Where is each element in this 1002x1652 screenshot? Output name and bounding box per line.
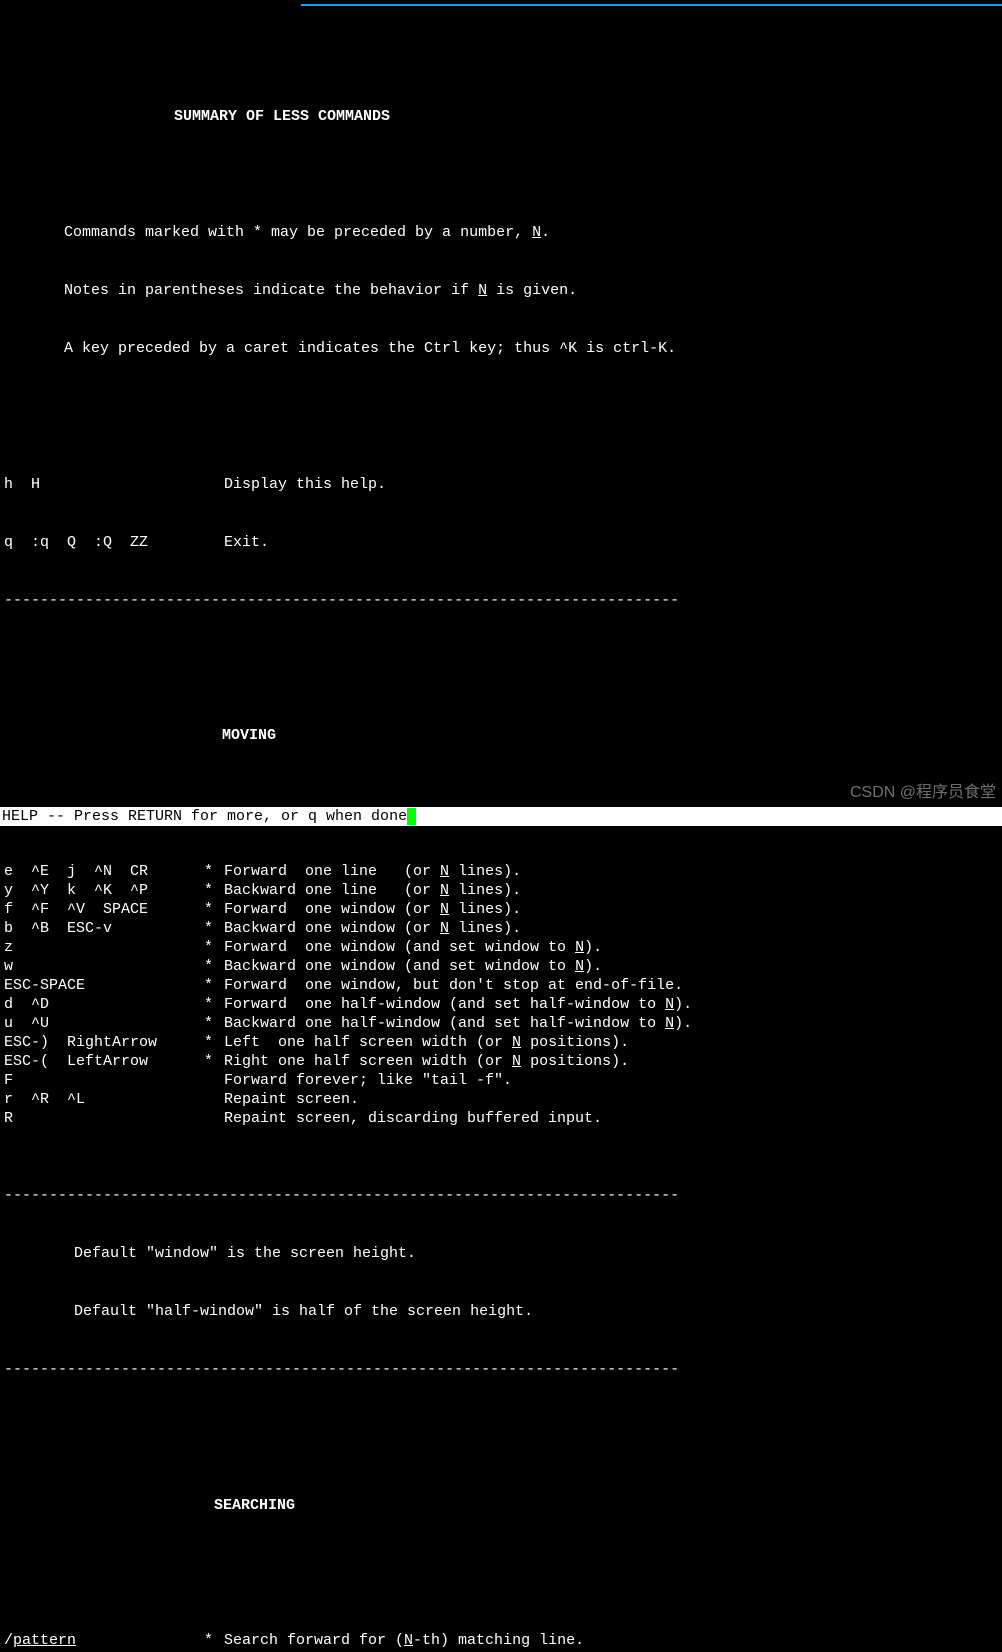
- intro-line-1: Commands marked with * may be preceded b…: [4, 223, 998, 242]
- status-line: HELP -- Press RETURN for more, or q when…: [0, 807, 1002, 826]
- help-row: ESC-( LeftArrow *Right one half screen w…: [4, 1052, 998, 1071]
- help-row: ?pattern *Search backward for (N-th) mat…: [4, 1650, 998, 1652]
- divider: ----------------------------------------…: [4, 1186, 998, 1205]
- help-row: y ^Y k ^K ^P *Backward one line (or N li…: [4, 881, 998, 900]
- divider: ----------------------------------------…: [4, 1360, 998, 1379]
- help-row: ESC-) RightArrow *Left one half screen w…: [4, 1033, 998, 1052]
- help-row: r ^R ^L Repaint screen.: [4, 1090, 998, 1109]
- footnote: Default "half-window" is half of the scr…: [4, 1302, 998, 1321]
- help-row: R Repaint screen, discarding buffered in…: [4, 1109, 998, 1128]
- help-row: w *Backward one window (and set window t…: [4, 957, 998, 976]
- help-row: b ^B ESC-v *Backward one window (or N li…: [4, 919, 998, 938]
- terminal-viewport[interactable]: SUMMARY OF LESS COMMANDS Commands marked…: [0, 6, 1002, 1652]
- cursor: [407, 808, 416, 825]
- help-row: q :q Q :Q ZZExit.: [4, 533, 998, 552]
- section-title-moving: MOVING: [4, 726, 998, 745]
- intro-line-3: A key preceded by a caret indicates the …: [4, 339, 998, 358]
- footnote: Default "window" is the screen height.: [4, 1244, 998, 1263]
- help-row: /pattern *Search forward for (N-th) matc…: [4, 1631, 998, 1650]
- section-title-searching: SEARCHING: [4, 1496, 998, 1515]
- help-row: d ^D *Forward one half-window (and set h…: [4, 995, 998, 1014]
- divider: ----------------------------------------…: [4, 591, 998, 610]
- csdn-watermark: CSDN @程序员食堂: [850, 783, 996, 804]
- help-row: f ^F ^V SPACE *Forward one window (or N …: [4, 900, 998, 919]
- help-row: h HDisplay this help.: [4, 475, 998, 494]
- help-row: z *Forward one window (and set window to…: [4, 938, 998, 957]
- help-row: u ^U *Backward one half-window (and set …: [4, 1014, 998, 1033]
- section-title-summary: SUMMARY OF LESS COMMANDS: [4, 107, 998, 126]
- help-row: e ^E j ^N CR *Forward one line (or N lin…: [4, 862, 998, 881]
- help-row: ESC-SPACE *Forward one window, but don't…: [4, 976, 998, 995]
- help-row: F Forward forever; like "tail -f".: [4, 1071, 998, 1090]
- intro-line-2: Notes in parentheses indicate the behavi…: [4, 281, 998, 300]
